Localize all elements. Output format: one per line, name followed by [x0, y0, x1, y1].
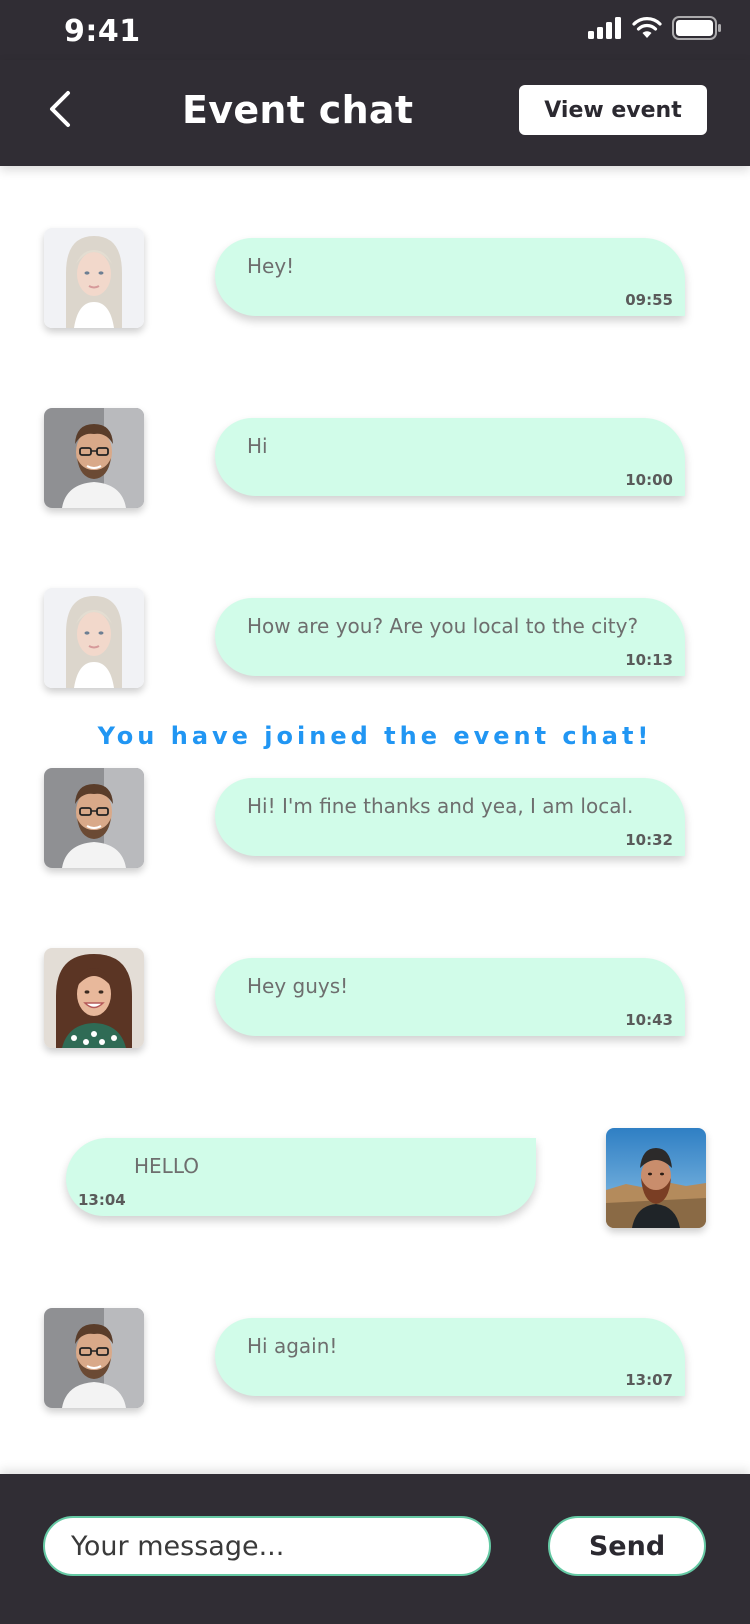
back-button[interactable]	[36, 86, 86, 136]
page-title: Event chat	[182, 88, 414, 132]
send-button[interactable]: Send	[548, 1516, 706, 1576]
message-bubble: Hey! 09:55	[215, 238, 685, 316]
message-time: 10:43	[625, 1011, 673, 1029]
message-time: 10:32	[625, 831, 673, 849]
avatar-blonde-woman[interactable]	[44, 588, 144, 688]
app-header: Event chat View event	[0, 60, 750, 166]
avatar-man-glasses[interactable]	[44, 1308, 144, 1408]
message-text: Hi! I'm fine thanks and yea, I am local.	[247, 794, 634, 818]
message-bubble: Hey guys! 10:43	[215, 958, 685, 1036]
avatar-curly-woman[interactable]	[44, 948, 144, 1048]
message-text: Hi	[247, 434, 268, 458]
own-message-bubble: HELLO 13:04	[66, 1138, 536, 1216]
message-time: 10:00	[625, 471, 673, 489]
status-icons	[588, 15, 722, 45]
message-bubble: How are you? Are you local to the city? …	[215, 598, 685, 676]
message-time: 13:07	[625, 1371, 673, 1389]
wifi-icon	[632, 16, 662, 44]
message-text: Hi again!	[247, 1334, 338, 1358]
status-time: 9:41	[64, 14, 141, 49]
chevron-left-icon	[46, 89, 76, 134]
avatar-man-glasses[interactable]	[44, 408, 144, 508]
message-text: Hey!	[247, 254, 295, 278]
avatar-man-glasses[interactable]	[44, 768, 144, 868]
system-notice: You have joined the event chat!	[97, 722, 653, 750]
status-bar: 9:41	[0, 0, 750, 60]
battery-icon	[672, 15, 722, 45]
message-text: How are you? Are you local to the city?	[247, 614, 639, 638]
avatar-bearded-man[interactable]	[606, 1128, 706, 1228]
signal-icon	[588, 16, 622, 44]
message-input[interactable]	[43, 1516, 491, 1576]
message-time: 13:04	[78, 1191, 126, 1209]
avatar-blonde-woman[interactable]	[44, 228, 144, 328]
message-time: 10:13	[625, 651, 673, 669]
message-bubble: Hi 10:00	[215, 418, 685, 496]
message-bubble: Hi! I'm fine thanks and yea, I am local.…	[215, 778, 685, 856]
message-text: Hey guys!	[247, 974, 349, 998]
view-event-button[interactable]: View event	[519, 85, 707, 135]
message-bubble: Hi again! 13:07	[215, 1318, 685, 1396]
message-text: HELLO	[134, 1154, 199, 1178]
message-time: 09:55	[625, 291, 673, 309]
message-composer: Send	[0, 1474, 750, 1624]
